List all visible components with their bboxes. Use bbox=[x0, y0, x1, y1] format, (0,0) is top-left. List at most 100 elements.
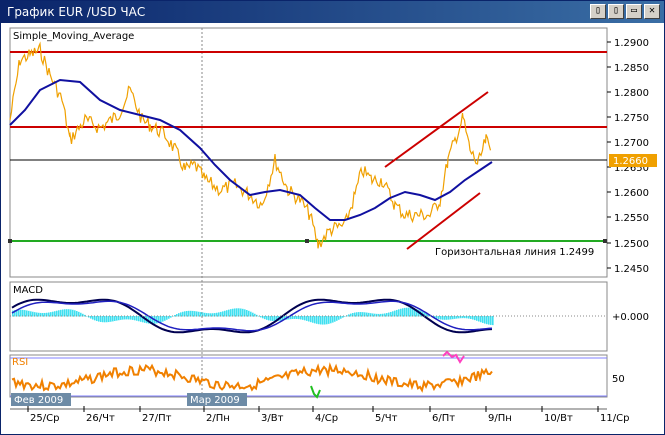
macd-bar bbox=[486, 316, 488, 325]
macd-bar bbox=[362, 312, 364, 317]
macd-bar bbox=[126, 316, 128, 320]
macd-bar bbox=[474, 316, 476, 321]
chart-canvas[interactable]: Simple_Moving_Average MACD RSI Горизонта… bbox=[0, 0, 665, 435]
macd-bar bbox=[442, 316, 444, 320]
macd-bar bbox=[38, 312, 40, 317]
macd-bar bbox=[398, 309, 400, 317]
macd-bar bbox=[236, 308, 238, 317]
macd-bar bbox=[128, 316, 130, 320]
macd-bar bbox=[296, 316, 298, 319]
macd-bar bbox=[472, 316, 474, 320]
macd-bar bbox=[480, 316, 482, 323]
time-tick-label: 25/Ср bbox=[30, 413, 59, 424]
support-handle-left[interactable] bbox=[8, 239, 12, 243]
macd-bar bbox=[218, 312, 220, 317]
time-tick-label: 9/Пн bbox=[488, 413, 512, 424]
macd-bar bbox=[448, 316, 450, 320]
macd-bar bbox=[302, 316, 304, 320]
time-axis: 25/Ср 26/Чт 27/Пт 2/Пн 3/Вт 4/Ср 5/Чт 6/Пт 9/Пн 1… bbox=[10, 406, 629, 424]
macd-bar bbox=[66, 309, 68, 317]
macd-bar bbox=[156, 316, 158, 324]
macd-bar bbox=[120, 316, 122, 320]
macd-bar bbox=[312, 316, 314, 323]
macd-bar bbox=[102, 316, 104, 323]
price-tick-label: 1.2500 bbox=[614, 239, 649, 250]
macd-bar bbox=[134, 316, 136, 321]
macd-bar bbox=[60, 309, 62, 317]
macd-bar bbox=[244, 309, 246, 317]
support-handle-mid[interactable] bbox=[305, 239, 309, 243]
macd-bar bbox=[86, 315, 88, 317]
macd-bar bbox=[338, 316, 340, 320]
macd-bar bbox=[410, 307, 412, 317]
macd-bar bbox=[484, 316, 486, 324]
macd-bar bbox=[64, 309, 66, 317]
macd-bar bbox=[124, 316, 126, 320]
macd-bar bbox=[230, 309, 232, 317]
macd-bar bbox=[238, 308, 240, 317]
time-tick-label: 26/Чт bbox=[86, 413, 115, 424]
macd-bar bbox=[50, 312, 52, 317]
price-tick-label: 1.2450 bbox=[614, 264, 649, 275]
macd-bar bbox=[270, 316, 272, 321]
macd-bar bbox=[112, 316, 114, 322]
price-tick-label: 1.2800 bbox=[614, 88, 649, 99]
macd-bar bbox=[234, 308, 236, 317]
macd-bar bbox=[344, 316, 346, 317]
time-tick-label: 3/Вт bbox=[261, 413, 284, 424]
macd-bar bbox=[194, 311, 196, 317]
macd-bar bbox=[450, 316, 452, 320]
macd-bar bbox=[32, 311, 34, 317]
price-tick-label: 1.2750 bbox=[614, 113, 649, 124]
macd-bar bbox=[476, 316, 478, 321]
macd-bar bbox=[444, 316, 446, 320]
macd-bar bbox=[356, 312, 358, 317]
macd-bar bbox=[206, 313, 208, 317]
price-tick-label: 1.2850 bbox=[614, 63, 649, 74]
macd-bar bbox=[314, 316, 316, 324]
macd-bar bbox=[74, 310, 76, 317]
macd-bar bbox=[392, 311, 394, 317]
macd-bar bbox=[334, 316, 336, 322]
macd-bar bbox=[404, 307, 406, 317]
time-tick-label: 2/Пн bbox=[206, 413, 230, 424]
support-handle-right[interactable] bbox=[603, 239, 607, 243]
macd-bar bbox=[272, 316, 274, 322]
macd-bar bbox=[166, 316, 168, 320]
macd-bar bbox=[92, 316, 94, 320]
macd-bar bbox=[62, 309, 64, 317]
price-tick-label: 1.2600 bbox=[614, 188, 649, 199]
macd-bar bbox=[122, 316, 124, 320]
macd-bar bbox=[408, 307, 410, 317]
macd-bar bbox=[98, 316, 100, 322]
macd-bar bbox=[320, 316, 322, 325]
macd-bar bbox=[266, 316, 268, 320]
macd-bar bbox=[490, 316, 492, 325]
macd-bar bbox=[242, 308, 244, 317]
time-tick-label: 27/Пт bbox=[142, 413, 172, 424]
macd-bar bbox=[350, 313, 352, 317]
current-price-label: 1.2660 bbox=[613, 156, 648, 167]
macd-bar bbox=[374, 313, 376, 317]
macd-bar bbox=[482, 316, 484, 323]
macd-zero-label: +0.000 bbox=[612, 312, 649, 323]
macd-bar bbox=[70, 309, 72, 317]
macd-bar bbox=[254, 313, 256, 317]
macd-bar bbox=[132, 316, 134, 320]
macd-bar bbox=[26, 310, 28, 317]
macd-bar bbox=[446, 316, 448, 320]
macd-bar bbox=[94, 316, 96, 321]
macd-bar bbox=[232, 308, 234, 317]
macd-bar bbox=[68, 309, 70, 317]
macd-bar bbox=[138, 316, 140, 322]
macd-bar bbox=[118, 316, 120, 321]
macd-bar bbox=[260, 316, 262, 318]
macd-bar bbox=[300, 316, 302, 320]
time-tick-label: 11/Ср bbox=[600, 413, 629, 424]
price-tick-label: 1.2550 bbox=[614, 213, 649, 224]
macd-bar bbox=[440, 316, 442, 320]
macd-bar bbox=[406, 307, 408, 317]
macd-bar bbox=[104, 316, 106, 323]
macd-bar bbox=[56, 310, 58, 317]
macd-bar bbox=[116, 316, 118, 321]
